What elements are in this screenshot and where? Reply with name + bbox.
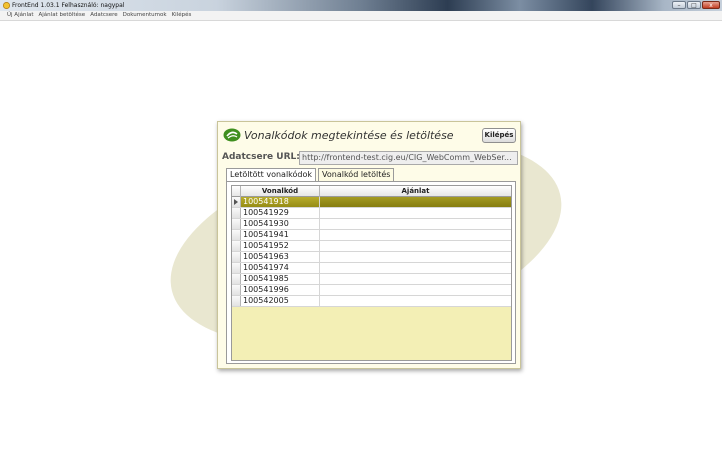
row-selector[interactable]: [232, 230, 241, 240]
menu-item-load-offer[interactable]: Ajánlat betöltése: [39, 11, 86, 20]
barcode-cell[interactable]: 100541930: [241, 219, 320, 229]
dialog-header: Vonalkódok megtekintése és letöltése Kil…: [218, 122, 520, 150]
barcode-cell[interactable]: 100541996: [241, 285, 320, 295]
offer-cell[interactable]: [320, 285, 511, 295]
row-selector[interactable]: [232, 219, 241, 229]
table-row[interactable]: 100541952: [232, 241, 511, 252]
row-selector[interactable]: [232, 285, 241, 295]
offer-cell[interactable]: [320, 241, 511, 251]
table-row[interactable]: 100541930: [232, 219, 511, 230]
tab-panel: Vonalkód Ajánlat 100541918 100541929 10054…: [226, 181, 516, 364]
grid-rows: 100541918 100541929 100541930 100541941 1005…: [232, 197, 511, 307]
barcode-cell[interactable]: 100541941: [241, 230, 320, 240]
table-row[interactable]: 100541963: [232, 252, 511, 263]
offer-cell[interactable]: [320, 197, 511, 207]
tab-bar: Letöltött vonalkódok Vonalkód letöltés: [226, 168, 396, 182]
offer-cell[interactable]: [320, 208, 511, 218]
maximize-icon: □: [691, 2, 697, 9]
barcode-cell[interactable]: 100541929: [241, 208, 320, 218]
barcode-cell[interactable]: 100541918: [241, 197, 320, 207]
table-row[interactable]: 100541918: [232, 197, 511, 208]
column-header-barcode[interactable]: Vonalkód: [241, 186, 320, 197]
maximize-button[interactable]: □: [687, 1, 701, 9]
offer-cell[interactable]: [320, 219, 511, 229]
menu-bar: Új Ajánlat Ajánlat betöltése Adatcsere D…: [0, 11, 722, 21]
offer-cell[interactable]: [320, 252, 511, 262]
column-header-offer[interactable]: Ajánlat: [320, 186, 511, 197]
barcode-cell[interactable]: 100542005: [241, 296, 320, 306]
menu-item-exit[interactable]: Kilépés: [172, 11, 192, 20]
menu-item-documents[interactable]: Dokumentumok: [123, 11, 167, 20]
menu-item-data-exchange[interactable]: Adatcsere: [90, 11, 117, 20]
table-row[interactable]: 100541985: [232, 274, 511, 285]
exit-button[interactable]: Kilépés: [482, 128, 516, 143]
grid-header: Vonalkód Ajánlat: [232, 186, 511, 197]
row-selector[interactable]: [232, 197, 241, 207]
row-selector[interactable]: [232, 296, 241, 306]
row-selector[interactable]: [232, 274, 241, 284]
minimize-button[interactable]: –: [672, 1, 686, 9]
title-bar: FrontEnd 1.03.1 Felhasználó: nagypal – □…: [0, 0, 722, 11]
url-row: Adatcsere URL: http://frontend-test.cig.…: [222, 151, 518, 165]
close-icon: x: [709, 2, 713, 9]
url-label: Adatcsere URL:: [222, 152, 300, 162]
window-controls: – □ x: [672, 1, 720, 10]
row-selector[interactable]: [232, 208, 241, 218]
table-row[interactable]: 100541929: [232, 208, 511, 219]
menu-item-new-offer[interactable]: Új Ajánlat: [7, 11, 34, 20]
tab-downloaded-barcodes[interactable]: Letöltött vonalkódok: [226, 168, 317, 182]
table-row[interactable]: 100541996: [232, 285, 511, 296]
barcode-cell[interactable]: 100541963: [241, 252, 320, 262]
dialog-title: Vonalkódok megtekintése és letöltése: [244, 129, 454, 142]
row-selector-header: [232, 186, 241, 197]
barcode-cell[interactable]: 100541974: [241, 263, 320, 273]
app-window: FrontEnd 1.03.1 Felhasználó: nagypal – □…: [0, 0, 722, 454]
offer-cell[interactable]: [320, 296, 511, 306]
row-selector[interactable]: [232, 263, 241, 273]
url-field[interactable]: http://frontend-test.cig.eu/CIG_WebComm_…: [299, 151, 518, 165]
tab-barcode-download[interactable]: Vonalkód letöltés: [318, 168, 395, 181]
logo-icon: [223, 128, 241, 142]
table-row[interactable]: 100542005: [232, 296, 511, 307]
offer-cell[interactable]: [320, 274, 511, 284]
close-button[interactable]: x: [702, 1, 720, 9]
table-row[interactable]: 100541974: [232, 263, 511, 274]
app-icon: [3, 2, 10, 9]
table-row[interactable]: 100541941: [232, 230, 511, 241]
barcode-dialog: Vonalkódok megtekintése és letöltése Kil…: [217, 121, 521, 369]
minimize-icon: –: [677, 2, 681, 9]
window-title: FrontEnd 1.03.1 Felhasználó: nagypal: [12, 2, 125, 9]
row-selector[interactable]: [232, 252, 241, 262]
barcode-grid: Vonalkód Ajánlat 100541918 100541929 10054…: [231, 185, 512, 361]
barcode-cell[interactable]: 100541952: [241, 241, 320, 251]
row-selector[interactable]: [232, 241, 241, 251]
current-row-arrow-icon: [234, 199, 238, 205]
offer-cell[interactable]: [320, 230, 511, 240]
barcode-cell[interactable]: 100541985: [241, 274, 320, 284]
offer-cell[interactable]: [320, 263, 511, 273]
